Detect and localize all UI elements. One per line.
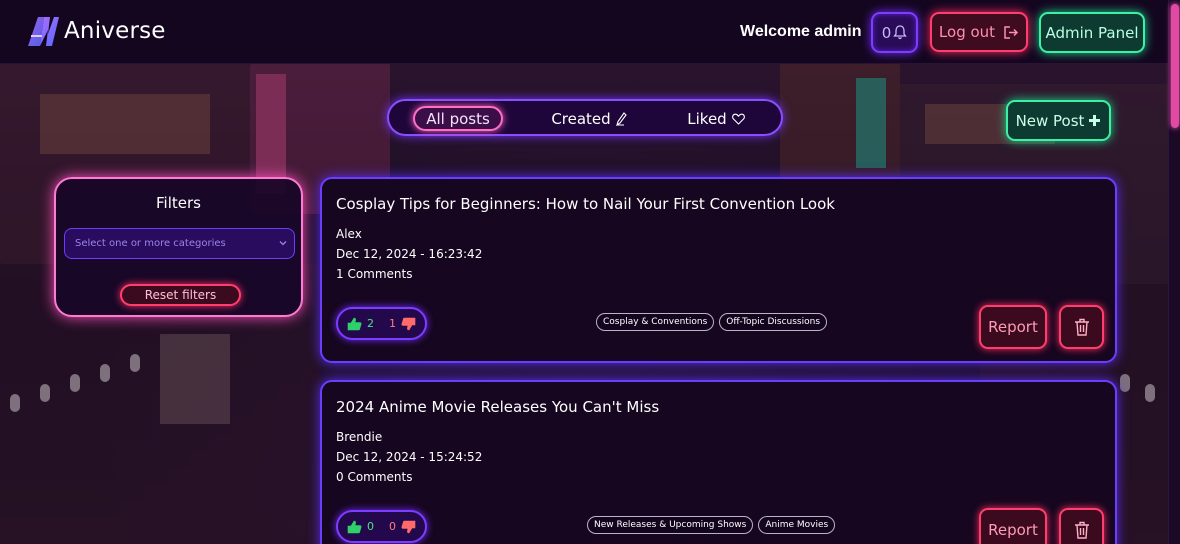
post-author: Alex: [336, 227, 362, 241]
scrollbar-thumb[interactable]: [1171, 4, 1179, 128]
post-date: Dec 12, 2024 - 15:24:52: [336, 450, 483, 464]
admin-panel-button[interactable]: Admin Panel: [1039, 12, 1145, 53]
post-author: Brendie: [336, 430, 383, 444]
logout-icon: [1004, 25, 1019, 39]
new-post-label: New Post: [1015, 111, 1085, 130]
post-date: Dec 12, 2024 - 16:23:42: [336, 247, 483, 261]
notification-count: 0: [881, 23, 892, 42]
like-count: 2: [367, 317, 374, 330]
category-select-placeholder: Select one or more categories: [75, 238, 226, 249]
bell-icon: [893, 25, 908, 40]
vote-pill: 2 1: [336, 307, 427, 340]
pencil-icon: [615, 111, 627, 126]
category-select[interactable]: Select one or more categories: [64, 228, 295, 259]
post-comments-count[interactable]: 1 Comments: [336, 267, 413, 281]
thumbs-down-icon[interactable]: [401, 317, 416, 331]
dislike-count: 0: [389, 520, 396, 533]
tab-label: Created: [551, 109, 611, 128]
report-button[interactable]: Report: [979, 305, 1047, 349]
category-tag[interactable]: Cosplay & Conventions: [596, 313, 715, 331]
report-button[interactable]: Report: [979, 508, 1047, 544]
filters-title: Filters: [156, 194, 201, 212]
like-count: 0: [367, 520, 374, 533]
new-post-button[interactable]: New Post: [1006, 100, 1111, 141]
post-card[interactable]: 2024 Anime Movie Releases You Can't Miss…: [320, 380, 1117, 544]
logout-label: Log out: [938, 23, 996, 41]
filters-panel: Filters Select one or more categories Re…: [54, 177, 303, 317]
logo[interactable]: Aniverse: [26, 14, 166, 48]
thumbs-up-icon[interactable]: [347, 317, 362, 331]
trash-icon: [1074, 318, 1089, 336]
tab-liked[interactable]: Liked: [685, 106, 747, 131]
category-tag[interactable]: New Releases & Upcoming Shows: [587, 516, 754, 534]
post-title[interactable]: Cosplay Tips for Beginners: How to Nail …: [336, 195, 835, 213]
top-nav-bar: Aniverse Welcome admin 0 Log out Admin P…: [0, 0, 1168, 64]
category-tag[interactable]: Off-Topic Discussions: [719, 313, 828, 331]
tab-all-posts[interactable]: All posts: [413, 106, 503, 131]
trash-icon: [1074, 521, 1089, 539]
welcome-message: Welcome admin: [740, 23, 862, 40]
logo-text: Aniverse: [64, 18, 166, 44]
chevron-down-icon: [279, 241, 287, 246]
tab-label: Liked: [687, 109, 727, 128]
category-tag[interactable]: Anime Movies: [758, 516, 836, 534]
post-title[interactable]: 2024 Anime Movie Releases You Can't Miss: [336, 398, 659, 416]
post-card[interactable]: Cosplay Tips for Beginners: How to Nail …: [320, 177, 1117, 363]
tab-label: All posts: [426, 109, 490, 128]
vote-pill: 0 0: [336, 510, 427, 543]
post-tags: Cosplay & Conventions Off-Topic Discussi…: [596, 313, 828, 331]
notifications-button[interactable]: 0: [871, 12, 918, 53]
post-filter-tabs: All posts Created Liked: [387, 99, 783, 136]
dislike-count: 1: [389, 317, 396, 330]
aniverse-logo-icon: [28, 17, 59, 46]
thumbs-up-icon[interactable]: [347, 520, 362, 534]
heart-icon: [731, 113, 745, 125]
post-tags: New Releases & Upcoming Shows Anime Movi…: [587, 516, 836, 534]
page-scrollbar[interactable]: [1168, 0, 1180, 544]
logout-button[interactable]: Log out: [930, 12, 1028, 52]
thumbs-down-icon[interactable]: [401, 520, 416, 534]
tab-created[interactable]: Created: [549, 106, 629, 131]
plus-icon: [1089, 115, 1101, 126]
delete-button[interactable]: [1059, 305, 1104, 349]
delete-button[interactable]: [1059, 508, 1104, 544]
reset-filters-button[interactable]: Reset filters: [120, 284, 241, 306]
post-comments-count[interactable]: 0 Comments: [336, 470, 413, 484]
